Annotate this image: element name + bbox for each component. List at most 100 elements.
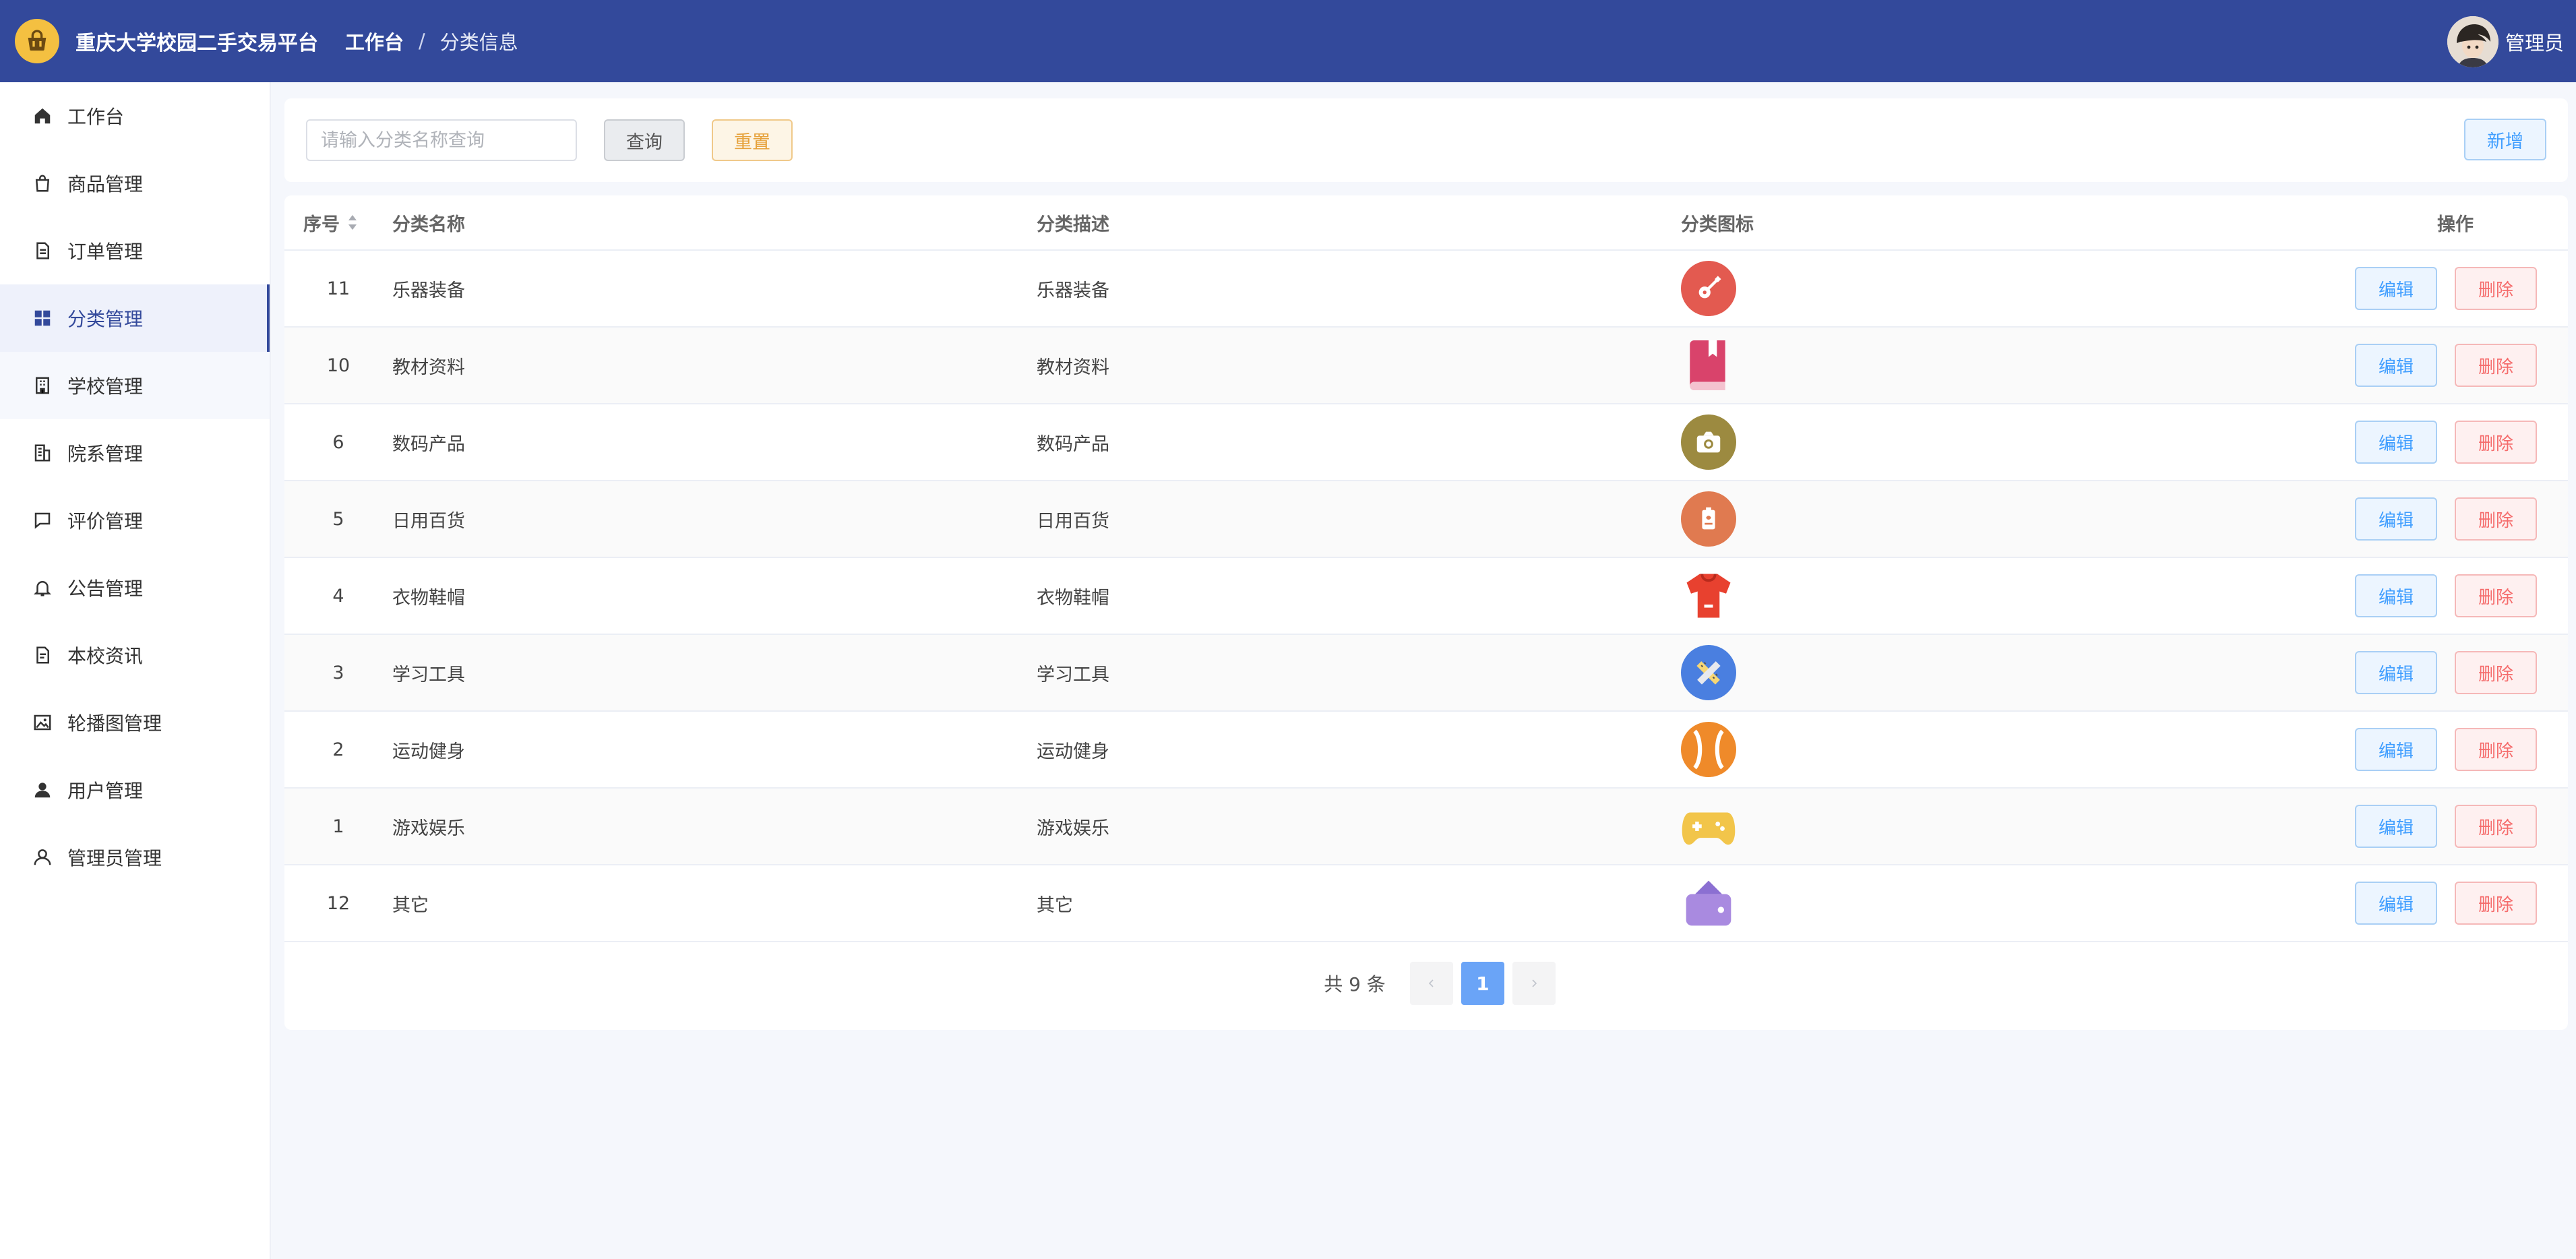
pagination-total: 共 9 条 (1324, 973, 1386, 995)
cell-icon (1681, 722, 2325, 777)
table-row: 1 游戏娱乐 游戏娱乐 编辑 删除 (284, 789, 2568, 865)
sidebar-item-school[interactable]: 学校管理 (0, 352, 270, 419)
guitar-icon (1681, 261, 1736, 316)
user-menu[interactable]: 管理员 (2447, 15, 2564, 69)
delete-button[interactable]: 删除 (2455, 805, 2537, 848)
cell-ops: 编辑 删除 (2325, 805, 2568, 848)
sidebar-item-label: 管理员管理 (67, 847, 162, 869)
sidebar-item-category[interactable]: 分类管理 (0, 284, 270, 352)
sidebar-item-label: 公告管理 (67, 578, 144, 600)
header-ops: 操作 (2437, 214, 2474, 235)
sidebar-item-orders[interactable]: 订单管理 (0, 217, 270, 284)
table-row: 12 其它 其它 编辑 删除 (284, 865, 2568, 942)
cell-desc: 其它 (1037, 894, 1073, 916)
breadcrumb: 工作台 / 分类信息 (345, 27, 518, 55)
user-name[interactable]: 管理员 (2505, 28, 2564, 56)
cell-id: 6 (332, 431, 344, 453)
sidebar-item-label: 轮播图管理 (67, 712, 162, 735)
edit-button[interactable]: 编辑 (2355, 651, 2437, 694)
delete-button[interactable]: 删除 (2455, 574, 2537, 617)
header-name: 分类名称 (392, 214, 465, 235)
header-icon: 分类图标 (1681, 214, 1754, 235)
sidebar-item-label: 院系管理 (67, 443, 144, 465)
header-id-label: 序号 (303, 214, 340, 235)
delete-button[interactable]: 删除 (2455, 267, 2537, 310)
cell-desc: 游戏娱乐 (1037, 818, 1109, 839)
cell-name: 数码产品 (392, 433, 465, 455)
cell-icon (1681, 876, 2325, 931)
avatar[interactable] (2447, 16, 2498, 67)
cell-id: 5 (332, 508, 344, 530)
sidebar-item-comments[interactable]: 评价管理 (0, 487, 270, 554)
cell-id: 2 (332, 739, 344, 760)
sidebar-item-notice[interactable]: 公告管理 (0, 554, 270, 621)
delete-button[interactable]: 删除 (2455, 344, 2537, 387)
breadcrumb-current: 分类信息 (439, 31, 518, 54)
sidebar-item-admins[interactable]: 管理员管理 (0, 824, 270, 891)
sidebar-item-news[interactable]: 本校资讯 (0, 621, 270, 689)
user-icon (34, 849, 51, 865)
reset-button[interactable]: 重置 (712, 119, 793, 161)
sidebar-item-carousel[interactable]: 轮播图管理 (0, 689, 270, 756)
chevron-left-icon (1428, 979, 1434, 987)
cell-desc: 学习工具 (1037, 664, 1109, 685)
sidebar-item-label: 本校资讯 (67, 645, 144, 667)
user-filled-icon (34, 782, 51, 798)
shirt-icon (1681, 568, 1736, 623)
edit-button[interactable]: 编辑 (2355, 728, 2437, 771)
document-icon (36, 242, 49, 259)
sidebar-item-label: 用户管理 (67, 780, 144, 802)
add-button[interactable]: 新增 (2464, 119, 2546, 160)
table-row: 5 日用百货 日用百货 编辑 删除 (284, 481, 2568, 558)
cell-desc: 运动健身 (1037, 741, 1109, 762)
building-icon (36, 377, 49, 394)
cell-name: 衣物鞋帽 (392, 587, 465, 609)
cell-id: 1 (332, 816, 344, 837)
cell-icon (1681, 338, 2325, 393)
cell-desc: 日用百货 (1037, 510, 1109, 532)
sidebar-item-label: 工作台 (67, 106, 125, 128)
delete-button[interactable]: 删除 (2455, 882, 2537, 925)
delete-button[interactable]: 删除 (2455, 497, 2537, 541)
wallet-icon (1681, 876, 1736, 931)
gamepad-icon (1681, 799, 1736, 854)
edit-button[interactable]: 编辑 (2355, 805, 2437, 848)
sidebar-item-goods[interactable]: 商品管理 (0, 150, 270, 217)
sidebar-item-dashboard[interactable]: 工作台 (0, 82, 270, 150)
delete-button[interactable]: 删除 (2455, 421, 2537, 464)
delete-button[interactable]: 删除 (2455, 728, 2537, 771)
cell-ops: 编辑 删除 (2325, 574, 2568, 617)
edit-button[interactable]: 编辑 (2355, 497, 2437, 541)
cell-id: 4 (332, 585, 344, 607)
delete-button[interactable]: 删除 (2455, 651, 2537, 694)
sidebar-item-department[interactable]: 院系管理 (0, 419, 270, 487)
cell-ops: 编辑 删除 (2325, 651, 2568, 694)
sidebar-item-label: 评价管理 (67, 510, 144, 532)
cell-name: 日用百货 (392, 510, 465, 532)
category-search-input[interactable] (306, 119, 577, 161)
next-page-button[interactable] (1512, 962, 1556, 1005)
cell-ops: 编辑 删除 (2325, 267, 2568, 310)
cell-ops: 编辑 删除 (2325, 882, 2568, 925)
cell-name: 游戏娱乐 (392, 818, 465, 839)
cell-id: 10 (326, 355, 350, 376)
chevron-right-icon (1532, 979, 1537, 987)
edit-button[interactable]: 编辑 (2355, 267, 2437, 310)
top-header: 重庆大学校园二手交易平台 工作台 / 分类信息 管理员 (0, 0, 2576, 82)
page-number-button[interactable]: 1 (1461, 962, 1504, 1005)
edit-button[interactable]: 编辑 (2355, 344, 2437, 387)
news-icon (36, 646, 49, 664)
edit-button[interactable]: 编辑 (2355, 421, 2437, 464)
edit-button[interactable]: 编辑 (2355, 882, 2437, 925)
header-desc: 分类描述 (1037, 214, 1109, 235)
header-id[interactable]: 序号 (284, 210, 392, 236)
cell-desc: 乐器装备 (1037, 280, 1109, 301)
breadcrumb-home[interactable]: 工作台 (345, 27, 404, 55)
table-row: 2 运动健身 运动健身 编辑 删除 (284, 712, 2568, 789)
edit-button[interactable]: 编辑 (2355, 574, 2437, 617)
sort-icon[interactable] (346, 214, 359, 231)
prev-page-button[interactable] (1409, 962, 1453, 1005)
sidebar-item-users[interactable]: 用户管理 (0, 756, 270, 824)
query-button[interactable]: 查询 (604, 119, 685, 161)
cell-name: 教材资料 (392, 357, 465, 378)
